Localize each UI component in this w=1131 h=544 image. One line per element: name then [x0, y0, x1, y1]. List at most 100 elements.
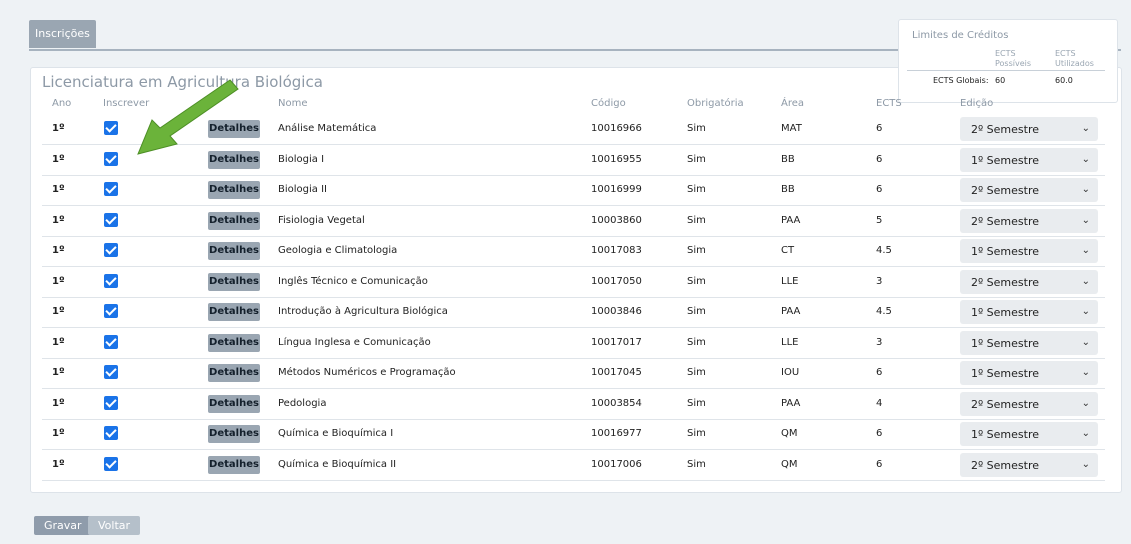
cell-obrigatoria: Sim: [687, 336, 706, 348]
cell-ano: 1º: [52, 458, 65, 470]
cell-area: PAA: [781, 306, 801, 317]
cell-codigo: 10017045: [591, 367, 642, 378]
edition-select[interactable]: 1º Semestre ⌄: [960, 147, 1098, 172]
cell-obrigatoria: Sim: [687, 397, 706, 409]
enroll-checkbox[interactable]: [104, 182, 118, 196]
save-button[interactable]: Gravar: [34, 516, 92, 535]
enroll-checkbox[interactable]: [104, 365, 118, 379]
credit-limits-title: Limites de Créditos: [912, 30, 1009, 41]
cell-ects: 4.5: [876, 245, 892, 256]
cell-nome: Geologia e Climatologia: [278, 245, 398, 256]
cell-ano: 1º: [52, 275, 65, 287]
edition-select-value: 2º Semestre: [971, 214, 1040, 228]
chevron-down-icon: ⌄: [1081, 245, 1090, 256]
edition-select[interactable]: 2º Semestre ⌄: [960, 391, 1098, 416]
edition-select[interactable]: 2º Semestre ⌄: [960, 117, 1098, 141]
details-button[interactable]: Detalhes: [208, 364, 260, 382]
edition-select[interactable]: 1º Semestre ⌄: [960, 330, 1098, 355]
cell-obrigatoria: Sim: [687, 306, 706, 317]
edition-select[interactable]: 1º Semestre ⌄: [960, 422, 1098, 446]
edition-select-value: 1º Semestre: [971, 336, 1040, 350]
tab-inscricoes[interactable]: Inscrições: [29, 20, 96, 48]
cell-nome: Biologia II: [278, 184, 327, 195]
cell-obrigatoria: Sim: [687, 458, 706, 470]
back-button[interactable]: Voltar: [88, 516, 141, 535]
chevron-down-icon: ⌄: [1081, 397, 1090, 409]
cell-nome: Fisiologia Vegetal: [278, 214, 365, 226]
cell-nome: Química e Bioquímica I: [278, 428, 394, 439]
details-button[interactable]: Detalhes: [208, 211, 260, 230]
edition-select[interactable]: 2º Semestre ⌄: [960, 452, 1098, 477]
table-row: 1º Detalhes Inglês Técnico e Comunicação 10…: [42, 267, 1105, 298]
edition-select[interactable]: 2º Semestre ⌄: [960, 208, 1098, 233]
edition-select-value: 2º Semestre: [971, 458, 1040, 472]
edition-select[interactable]: 1º Semestre ⌄: [960, 300, 1098, 324]
cell-area: QM: [781, 428, 798, 439]
edition-select-value: 1º Semestre: [971, 428, 1040, 441]
edition-select[interactable]: 1º Semestre ⌄: [960, 239, 1098, 263]
cell-codigo: 10003854: [591, 397, 642, 409]
enroll-checkbox[interactable]: [104, 426, 118, 440]
cell-ano: 1º: [52, 397, 65, 409]
edition-select[interactable]: 2º Semestre ⌄: [960, 178, 1098, 202]
ects-possible-header: ECTS Possíveis: [995, 49, 1032, 68]
cell-nome: Introdução à Agricultura Biológica: [278, 306, 448, 317]
table-row: 1º Detalhes Língua Inglesa e Comunicação 10…: [42, 328, 1105, 359]
details-button[interactable]: Detalhes: [208, 333, 260, 352]
details-button[interactable]: Detalhes: [208, 242, 260, 260]
cell-ano: 1º: [52, 306, 65, 317]
enroll-checkbox[interactable]: [104, 151, 118, 166]
table-row: 1º Detalhes Fisiologia Vegetal 10003860 Sim P…: [42, 206, 1105, 237]
enroll-checkbox[interactable]: [104, 212, 118, 227]
cell-area: CT: [781, 245, 795, 256]
cell-obrigatoria: Sim: [687, 214, 706, 226]
enroll-checkbox[interactable]: [104, 395, 118, 410]
cell-codigo: 10016955: [591, 153, 642, 165]
enroll-checkbox[interactable]: [104, 273, 118, 288]
cell-ano: 1º: [52, 428, 65, 439]
cell-nome: Métodos Numéricos e Programação: [278, 367, 456, 378]
cell-ano: 1º: [52, 245, 65, 256]
chevron-down-icon: ⌄: [1081, 153, 1090, 165]
edition-select-value: 1º Semestre: [971, 306, 1040, 319]
cell-nome: Língua Inglesa e Comunicação: [278, 336, 431, 348]
cell-obrigatoria: Sim: [687, 245, 706, 256]
details-button[interactable]: Detalhes: [208, 303, 260, 321]
cell-codigo: 10016977: [591, 428, 642, 439]
details-button[interactable]: Detalhes: [208, 394, 260, 413]
enroll-checkbox[interactable]: [104, 121, 118, 135]
cell-ano: 1º: [52, 214, 65, 226]
chevron-down-icon: ⌄: [1081, 214, 1090, 226]
cell-ano: 1º: [52, 367, 65, 378]
cell-codigo: 10003846: [591, 306, 642, 317]
details-button[interactable]: Detalhes: [208, 272, 260, 291]
edition-select[interactable]: 2º Semestre ⌄: [960, 269, 1098, 294]
cell-nome: Inglês Técnico e Comunicação: [278, 275, 428, 287]
cell-codigo: 10017006: [591, 458, 642, 470]
table-row: 1º Detalhes Pedologia 10003854 Sim PAA 4 2º Sem…: [42, 389, 1105, 420]
details-button[interactable]: Detalhes: [208, 425, 260, 443]
table-row: 1º Detalhes Biologia II 10016999 Sim BB 6 2º Se…: [42, 175, 1105, 206]
cell-ects: 6: [876, 153, 883, 165]
chevron-down-icon: ⌄: [1081, 428, 1090, 439]
edition-select-value: 1º Semestre: [971, 367, 1040, 380]
enroll-checkbox[interactable]: [104, 304, 118, 318]
enroll-checkbox[interactable]: [104, 456, 118, 471]
edition-select-value: 1º Semestre: [971, 153, 1040, 167]
details-button[interactable]: Detalhes: [208, 181, 260, 199]
cell-ects: 3: [876, 336, 883, 348]
cell-ects: 5: [876, 214, 883, 226]
details-button[interactable]: Detalhes: [208, 455, 260, 474]
cell-codigo: 10017083: [591, 245, 642, 256]
cell-ects: 3: [876, 275, 883, 287]
edition-select[interactable]: 1º Semestre ⌄: [960, 361, 1098, 385]
chevron-down-icon: ⌄: [1081, 367, 1090, 378]
credit-limits-panel: Limites de Créditos ECTS Possíveis ECTS …: [898, 19, 1118, 103]
header-edicao: Edição: [960, 98, 994, 109]
edition-select-value: 2º Semestre: [971, 184, 1040, 197]
enroll-checkbox[interactable]: [104, 334, 118, 349]
cell-ano: 1º: [52, 123, 65, 134]
enroll-checkbox[interactable]: [104, 243, 118, 257]
credits-divider: [907, 70, 1105, 71]
header-ects: ECTS: [876, 98, 902, 109]
